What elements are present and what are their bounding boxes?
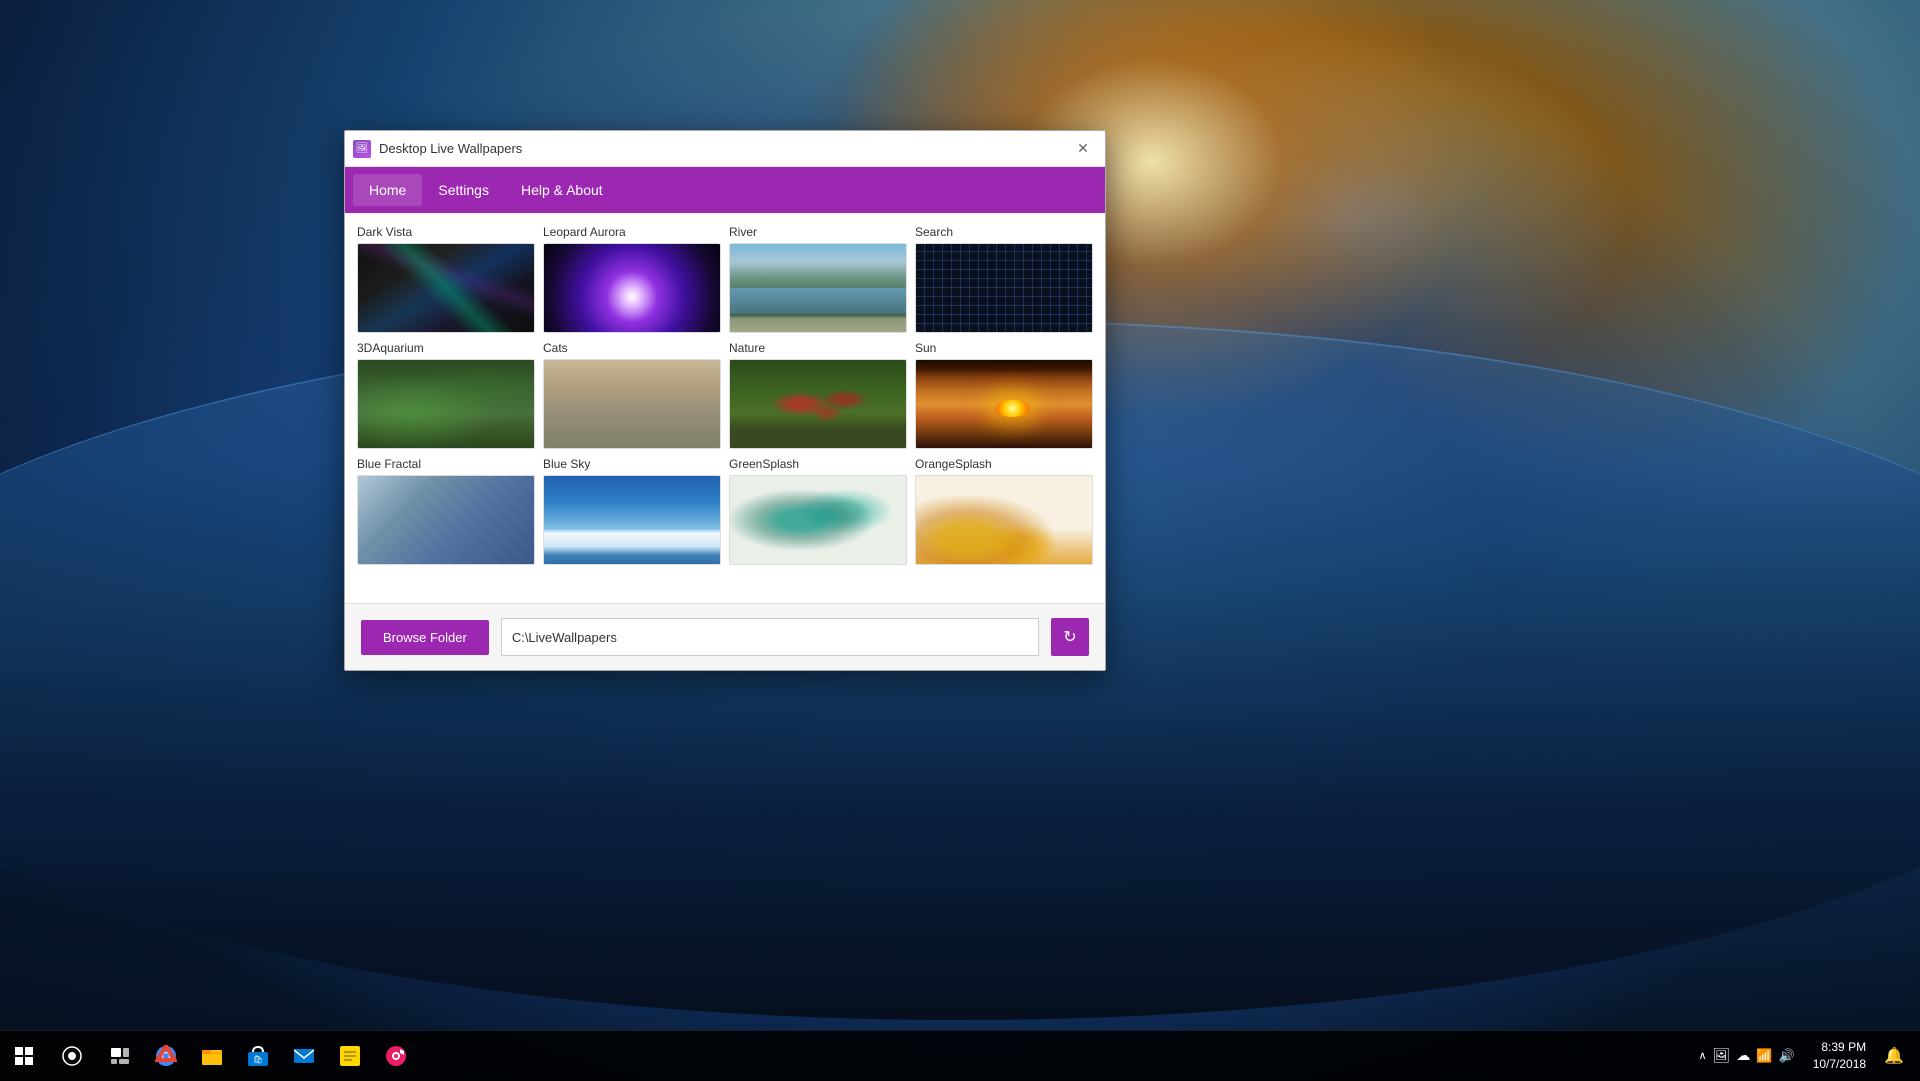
wallpaper-label-leopard-aurora: Leopard Aurora (543, 225, 721, 239)
tray-wifi[interactable]: 📶 (1756, 1048, 1772, 1064)
wallpaper-label-3daquarium: 3DAquarium (357, 341, 535, 355)
wallpaper-item-blue-sky[interactable]: Blue Sky (543, 457, 721, 565)
start-button[interactable] (0, 1031, 48, 1081)
wallpaper-label-sun: Sun (915, 341, 1093, 355)
tray-livewallpaper[interactable]: 🖼 (1713, 1047, 1731, 1064)
wallpaper-label-greensplash: GreenSplash (729, 457, 907, 471)
wallpaper-item-cats[interactable]: Cats (543, 341, 721, 449)
wallpaper-thumb-dark-vista (357, 243, 535, 333)
notification-button[interactable]: 🔔 (1878, 1046, 1910, 1066)
menu-help-about[interactable]: Help & About (505, 174, 619, 206)
wallpaper-item-river[interactable]: River (729, 225, 907, 333)
taskbar-pinned-apps: 🛍 (144, 1031, 418, 1080)
dialog-titlebar: 🖼 Desktop Live Wallpapers ✕ (345, 131, 1105, 167)
wallpaper-item-dark-vista[interactable]: Dark Vista (357, 225, 535, 333)
wallpaper-item-leopard-aurora[interactable]: Leopard Aurora (543, 225, 721, 333)
tray-arrow[interactable]: ∧ (1698, 1049, 1706, 1062)
browse-folder-button[interactable]: Browse Folder (361, 620, 489, 655)
refresh-button[interactable]: ↻ (1051, 618, 1089, 656)
taskbar-explorer[interactable] (190, 1031, 234, 1081)
app-icon: 🖼 (353, 140, 371, 158)
wallpaper-item-blue-fractal[interactable]: Blue Fractal (357, 457, 535, 565)
clock-date: 10/7/2018 (1813, 1056, 1866, 1073)
wallpaper-label-dark-vista: Dark Vista (357, 225, 535, 239)
taskbar-store[interactable]: 🛍 (236, 1031, 280, 1081)
wallpaper-thumb-river (729, 243, 907, 333)
taskbar-sticky-notes[interactable] (328, 1031, 372, 1081)
wallpaper-thumb-nature (729, 359, 907, 449)
wallpaper-thumb-blue-fractal (357, 475, 535, 565)
dialog-window: 🖼 Desktop Live Wallpapers ✕ Home Setting… (344, 130, 1106, 671)
menu-home[interactable]: Home (353, 174, 422, 206)
taskbar-mail[interactable] (282, 1031, 326, 1081)
tray-onedrive[interactable]: ☁ (1736, 1047, 1750, 1064)
wallpaper-label-orangesplash: OrangeSplash (915, 457, 1093, 471)
wallpaper-thumb-blue-sky (543, 475, 721, 565)
wallpaper-label-cats: Cats (543, 341, 721, 355)
wallpaper-thumb-leopard-aurora (543, 243, 721, 333)
wallpaper-thumb-orangesplash (915, 475, 1093, 565)
wallpaper-item-3daquarium[interactable]: 3DAquarium (357, 341, 535, 449)
taskbar-music[interactable] (374, 1031, 418, 1081)
task-view-button[interactable] (96, 1031, 144, 1081)
wallpaper-thumb-sun (915, 359, 1093, 449)
wallpaper-thumb-search (915, 243, 1093, 333)
wallpaper-item-nature[interactable]: Nature (729, 341, 907, 449)
tray-volume[interactable]: 🔊 (1779, 1048, 1795, 1064)
wallpaper-thumb-cats (543, 359, 721, 449)
wallpaper-thumb-greensplash (729, 475, 907, 565)
cortana-button[interactable] (48, 1031, 96, 1081)
menu-bar: Home Settings Help & About (345, 167, 1105, 213)
wallpaper-item-sun[interactable]: Sun (915, 341, 1093, 449)
wallpaper-item-greensplash[interactable]: GreenSplash (729, 457, 907, 565)
dialog-title: Desktop Live Wallpapers (379, 141, 1061, 156)
taskbar-left: 🛍 (0, 1031, 418, 1080)
wallpaper-label-blue-fractal: Blue Fractal (357, 457, 535, 471)
taskbar-right: ∧ 🖼 ☁ 📶 🔊 8:39 PM 10/7/2018 🔔 (1692, 1039, 1920, 1073)
wallpaper-item-orangesplash[interactable]: OrangeSplash (915, 457, 1093, 565)
wallpaper-label-nature: Nature (729, 341, 907, 355)
wallpaper-label-search: Search (915, 225, 1093, 239)
taskbar: 🛍 (0, 1030, 1920, 1080)
taskbar-clock[interactable]: 8:39 PM 10/7/2018 (1805, 1039, 1874, 1073)
wallpaper-content-area: Dark Vista Leopard Aurora River Search 3… (345, 213, 1105, 603)
clock-time: 8:39 PM (1813, 1039, 1866, 1056)
wallpaper-grid: Dark Vista Leopard Aurora River Search 3… (357, 225, 1093, 565)
bottom-bar: Browse Folder ↻ (345, 603, 1105, 670)
wallpaper-thumb-3daquarium (357, 359, 535, 449)
svg-text:🛍: 🛍 (253, 1055, 263, 1064)
close-button[interactable]: ✕ (1069, 135, 1097, 163)
wallpaper-label-blue-sky: Blue Sky (543, 457, 721, 471)
wallpaper-label-river: River (729, 225, 907, 239)
system-tray-icons: ∧ 🖼 ☁ 📶 🔊 (1692, 1047, 1800, 1064)
wallpaper-item-search[interactable]: Search (915, 225, 1093, 333)
menu-settings[interactable]: Settings (422, 174, 505, 206)
folder-path-input[interactable] (501, 618, 1039, 656)
taskbar-chrome[interactable] (144, 1031, 188, 1081)
